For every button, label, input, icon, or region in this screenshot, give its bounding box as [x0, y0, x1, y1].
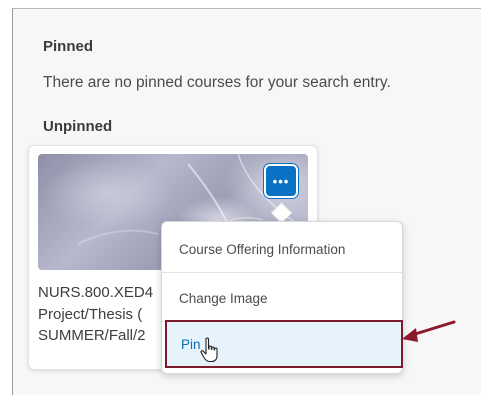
menu-divider	[162, 272, 402, 273]
annotation-arrow-icon	[402, 320, 456, 342]
course-title[interactable]: NURS.800.XED4 Project/Thesis ( SUMMER/Fa…	[38, 282, 168, 347]
unpinned-heading: Unpinned	[43, 118, 113, 135]
course-context-menu: Course Offering Information Change Image…	[161, 221, 403, 374]
no-pinned-message: There are no pinned courses for your sea…	[43, 74, 391, 91]
course-options-button[interactable]: •••	[264, 164, 298, 198]
menu-item-change-image[interactable]: Change Image	[162, 276, 402, 320]
menu-item-course-offering-information[interactable]: Course Offering Information	[162, 227, 402, 271]
course-title-line: SUMMER/Fall/2	[38, 327, 146, 344]
hand-pointer-icon	[200, 337, 218, 363]
course-title-line: Project/Thesis (	[38, 305, 143, 323]
pinned-heading: Pinned	[43, 38, 94, 55]
course-title-line: NURS.800.XED4	[38, 284, 154, 301]
